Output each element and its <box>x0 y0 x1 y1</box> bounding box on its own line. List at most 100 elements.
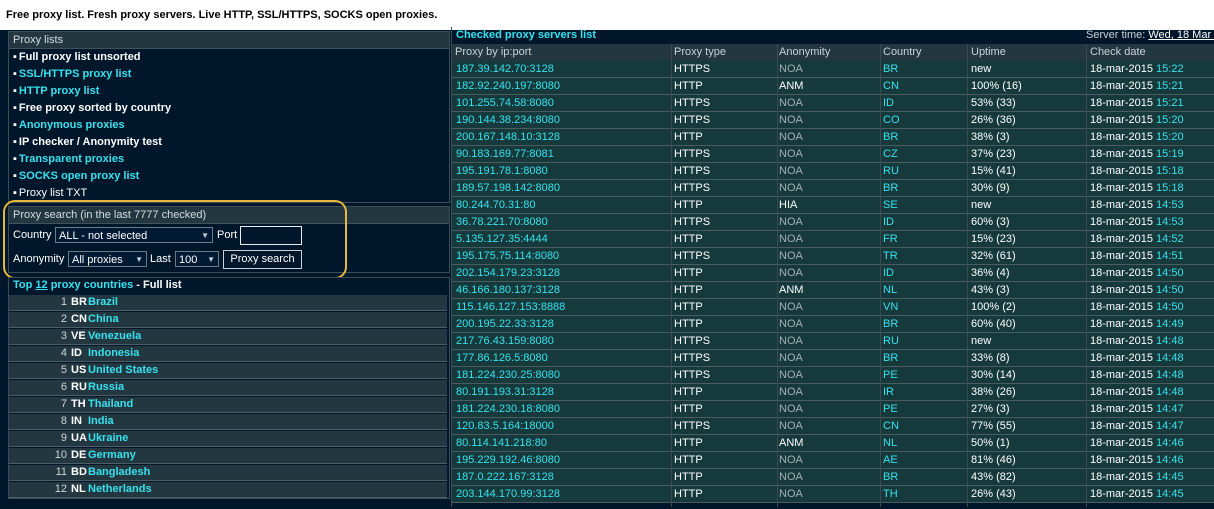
cell-country[interactable]: FR <box>883 233 898 245</box>
cell-country[interactable]: RU <box>883 165 899 177</box>
column-header-check-date[interactable]: Check date <box>1090 46 1146 58</box>
cell-ip[interactable]: 182.92.240.197:8080 <box>456 80 560 92</box>
country-link[interactable]: Venezuela <box>88 330 141 342</box>
cell-country[interactable]: NL <box>883 284 897 296</box>
cell-country[interactable]: ID <box>883 97 894 109</box>
cell-country[interactable]: CN <box>883 420 899 432</box>
last-select[interactable]: 100 ▼ <box>175 251 219 267</box>
cell-type: HTTP <box>674 488 703 500</box>
cell-country[interactable]: PE <box>883 369 898 381</box>
menu-item[interactable]: ▪ SSL/HTTPS proxy list <box>13 68 131 80</box>
cell-country[interactable]: CZ <box>883 148 898 160</box>
cell-ip[interactable]: 200.167.148.10:3128 <box>456 131 560 143</box>
country-code: CN <box>71 313 87 325</box>
cell-ip[interactable]: 187.0.222.167:3128 <box>456 471 554 483</box>
column-header-country[interactable]: Country <box>883 46 922 58</box>
server-time-value[interactable]: Wed, 18 Mar 1 <box>1148 29 1214 41</box>
cell-check-date: 18-mar-2015 14:50 <box>1090 301 1184 313</box>
cell-ip[interactable]: 195.229.192.46:8080 <box>456 454 560 466</box>
cell-ip[interactable]: 189.57.198.142:8080 <box>456 182 560 194</box>
column-header-type[interactable]: Proxy type <box>674 46 726 58</box>
cell-country[interactable]: CO <box>883 114 900 126</box>
cell-ip[interactable]: 187.39.142.70:3128 <box>456 63 554 75</box>
menu-item[interactable]: ▪ Full proxy list unsorted <box>13 51 141 63</box>
cell-ip[interactable]: 181.224.230.25:8080 <box>456 369 560 381</box>
country-link[interactable]: Bangladesh <box>88 466 150 478</box>
cell-ip[interactable]: 195.191.78.1:8080 <box>456 165 548 177</box>
cell-country[interactable]: IR <box>883 386 894 398</box>
country-row: 12 NL Netherlands <box>9 482 447 498</box>
cell-country[interactable]: AE <box>883 454 898 466</box>
menu-item[interactable]: ▪ HTTP proxy list <box>13 85 99 97</box>
cell-ip[interactable]: 203.144.170.99:3128 <box>456 488 560 500</box>
cell-ip[interactable]: 181.224.230.18:8080 <box>456 403 560 415</box>
menu-item[interactable]: ▪ Anonymous proxies <box>13 119 125 131</box>
menu-item[interactable]: ▪ Free proxy sorted by country <box>13 102 171 114</box>
cell-ip[interactable]: 80.191.193.31:3128 <box>456 386 554 398</box>
cell-country[interactable]: BR <box>883 63 898 75</box>
cell-country[interactable]: TH <box>883 488 898 500</box>
cell-uptime: 30% (14) <box>971 369 1016 381</box>
cell-ip[interactable]: 195.175.75.114:8080 <box>456 250 559 262</box>
country-link[interactable]: India <box>88 415 114 427</box>
menu-item[interactable]: ▪ Transparent proxies <box>13 153 124 165</box>
table-row: 190.144.38.234:8080 HTTPS NOA CO 26% (36) 18-… <box>452 112 1214 129</box>
menu-item[interactable]: ▪ SOCKS open proxy list <box>13 170 139 182</box>
country-link[interactable]: China <box>88 313 119 325</box>
country-link[interactable]: United States <box>88 364 158 376</box>
cell-country[interactable]: BR <box>883 131 898 143</box>
top-countries-count-link[interactable]: 12 <box>35 279 47 291</box>
country-link[interactable]: Brazil <box>88 296 118 308</box>
cell-country[interactable]: BR <box>883 352 898 364</box>
cell-type: HTTP <box>674 199 703 211</box>
cell-ip[interactable]: 5.135.127.35:4444 <box>456 233 548 245</box>
cell-ip[interactable]: 177.86.126.5:8080 <box>456 352 548 364</box>
cell-ip[interactable]: 90.183.169.77:8081 <box>456 148 554 160</box>
cell-country[interactable]: VN <box>883 301 898 313</box>
country-select[interactable]: ALL - not selected ▼ <box>55 227 213 243</box>
check-date-time: 14:48 <box>1156 335 1184 347</box>
country-link[interactable]: Thailand <box>88 398 133 410</box>
cell-country[interactable]: NL <box>883 437 897 449</box>
cell-ip[interactable]: 202.154.179.23:3128 <box>456 267 560 279</box>
country-link[interactable]: Indonesia <box>88 347 139 359</box>
cell-ip[interactable]: 190.144.38.234:8080 <box>456 114 560 126</box>
menu-item[interactable]: ▪ Proxy list TXT <box>13 187 87 199</box>
cell-country[interactable]: CN <box>883 80 899 92</box>
column-header-anonymity[interactable]: Anonymity <box>779 46 830 58</box>
cell-country[interactable]: TR <box>883 250 898 262</box>
menu-item[interactable]: ▪ IP checker / Anonymity test <box>13 136 162 148</box>
column-header-uptime[interactable]: Uptime <box>971 46 1006 58</box>
proxy-search-button[interactable]: Proxy search <box>223 250 302 269</box>
full-list-link[interactable]: Full list <box>143 279 182 291</box>
cell-ip[interactable]: 36.78.221.70:8080 <box>456 216 548 228</box>
cell-ip[interactable]: 80.114.141.218:80 <box>456 437 547 449</box>
column-header-ip[interactable]: Proxy by ip:port <box>455 46 531 58</box>
cell-ip[interactable]: 217.76.43.159:8080 <box>456 335 554 347</box>
cell-type: HTTP <box>674 471 703 483</box>
cell-ip[interactable]: 80.244.70.31:80 <box>456 199 536 211</box>
port-input[interactable] <box>240 226 302 245</box>
cell-country[interactable]: BR <box>883 182 898 194</box>
cell-uptime: new <box>971 199 992 211</box>
country-link[interactable]: Ukraine <box>88 432 128 444</box>
cell-country[interactable]: ID <box>883 216 894 228</box>
cell-uptime: 36% (4) <box>971 267 1010 279</box>
cell-country[interactable]: ID <box>883 267 894 279</box>
cell-country[interactable]: RU <box>883 335 899 347</box>
cell-country[interactable]: SE <box>883 199 898 211</box>
country-link[interactable]: Russia <box>88 381 124 393</box>
cell-country[interactable]: BR <box>883 318 898 330</box>
cell-ip[interactable]: 200.195.22.33:3128 <box>456 318 554 330</box>
anonymity-select[interactable]: All proxies ▼ <box>68 251 147 267</box>
country-code: DE <box>71 449 87 461</box>
country-link[interactable]: Germany <box>88 449 136 461</box>
cell-country[interactable]: BR <box>883 471 898 483</box>
cell-ip[interactable]: 46.166.180.137:3128 <box>456 284 560 296</box>
cell-ip[interactable]: 115.146.127.153:8888 <box>456 301 565 313</box>
cell-ip[interactable]: 120.83.5.164:18000 <box>456 420 554 432</box>
cell-country[interactable]: PE <box>883 403 898 415</box>
country-link[interactable]: Netherlands <box>88 483 152 495</box>
cell-ip[interactable]: 101.255.74.58:8080 <box>456 97 554 109</box>
country-rank: 12 <box>54 483 67 495</box>
